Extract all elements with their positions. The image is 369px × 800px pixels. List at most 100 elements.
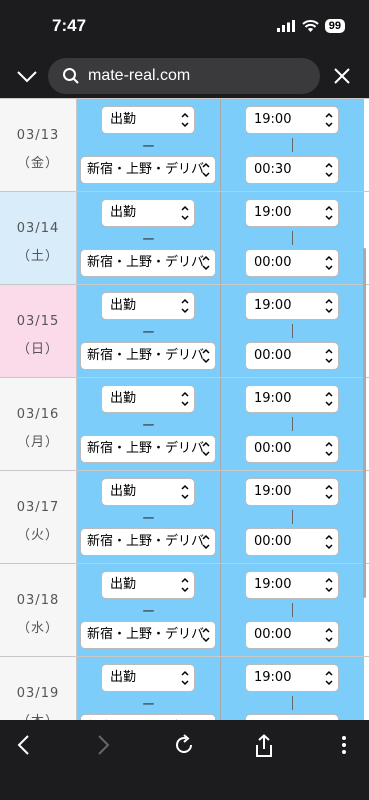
table-row: 03/19 （木）出勤ー新宿・上野・デリバ19:0000:00 [0, 657, 369, 720]
start-time-value: 19:00 [254, 391, 292, 406]
select-arrow-icon [325, 162, 333, 178]
start-time-value: 19:00 [254, 484, 292, 499]
shift-cell: 出勤ー新宿・上野・デリバ [77, 192, 221, 284]
shop-select[interactable]: 新宿・上野・デリバ [80, 342, 216, 370]
shop-select[interactable]: 新宿・上野・デリバ [80, 156, 216, 184]
separator-dash: ー [141, 140, 155, 155]
start-time-select[interactable]: 19:00 [245, 106, 339, 134]
shop-select[interactable]: 新宿・上野・デリバ [80, 621, 216, 649]
select-arrow-icon [325, 112, 333, 128]
share-icon[interactable] [253, 734, 275, 758]
attendance-select[interactable]: 出勤 [101, 571, 195, 599]
end-time-value: 00:00 [254, 255, 292, 270]
select-arrow-icon [202, 348, 210, 364]
separator-dash: ー [141, 698, 155, 713]
attendance-select[interactable]: 出勤 [101, 478, 195, 506]
start-time-select[interactable]: 19:00 [245, 199, 339, 227]
back-icon[interactable] [14, 734, 34, 756]
attendance-value: 出勤 [110, 112, 137, 127]
start-time-select[interactable]: 19:00 [245, 292, 339, 320]
time-separator [292, 138, 293, 152]
start-time-select[interactable]: 19:00 [245, 478, 339, 506]
time-cell: 19:00 00:00 [221, 192, 364, 284]
status-time: 7:47 [52, 16, 87, 35]
select-arrow-icon [202, 441, 210, 457]
time-separator [292, 417, 293, 431]
date-cell: 03/19 （木） [0, 657, 77, 720]
time-separator [292, 324, 293, 338]
chevron-down-icon[interactable] [16, 66, 38, 86]
weekday-label: （火） [16, 528, 59, 543]
shop-value: 新宿・上野・デリバ [87, 534, 205, 549]
start-time-select[interactable]: 19:00 [245, 385, 339, 413]
date-label: 03/13 [16, 128, 60, 143]
weekday-label: （水） [16, 621, 59, 636]
start-time-value: 19:00 [254, 112, 292, 127]
signal-icon [276, 20, 295, 32]
end-time-select[interactable]: 00:00 [245, 249, 339, 277]
attendance-value: 出勤 [110, 670, 137, 685]
date-label: 03/19 [16, 686, 60, 701]
time-cell: 19:00 00:30 [221, 99, 364, 191]
attendance-value: 出勤 [110, 298, 137, 313]
end-time-select[interactable]: 00:00 [245, 528, 339, 556]
attendance-value: 出勤 [110, 484, 137, 499]
time-separator [292, 696, 293, 710]
attendance-select[interactable]: 出勤 [101, 385, 195, 413]
date-label: 03/17 [16, 500, 60, 515]
attendance-select[interactable]: 出勤 [101, 292, 195, 320]
shop-select[interactable]: 新宿・上野・デリバ [80, 528, 216, 556]
wifi-icon [302, 20, 319, 32]
select-arrow-icon [325, 255, 333, 271]
start-time-value: 19:00 [254, 205, 292, 220]
more-icon[interactable] [340, 734, 348, 756]
shop-value: 新宿・上野・デリバ [87, 441, 205, 456]
url-text: mate-real.com [88, 67, 191, 84]
date-cell: 03/15 （日） [0, 285, 77, 377]
separator-dash: ー [141, 233, 155, 248]
reload-icon[interactable] [173, 734, 195, 756]
select-arrow-icon [181, 298, 189, 314]
close-icon[interactable] [332, 66, 352, 86]
end-time-select[interactable]: 00:00 [245, 342, 339, 370]
start-time-select[interactable]: 19:00 [245, 664, 339, 692]
scrollbar[interactable] [363, 248, 366, 598]
time-cell: 19:00 00:00 [221, 285, 364, 377]
select-arrow-icon [325, 670, 333, 686]
end-time-value: 00:00 [254, 441, 292, 456]
date-cell: 03/14 （土） [0, 192, 77, 284]
date-cell: 03/18 （水） [0, 564, 77, 656]
forward-icon[interactable] [93, 734, 113, 756]
select-arrow-icon [325, 627, 333, 643]
select-arrow-icon [202, 534, 210, 550]
start-time-select[interactable]: 19:00 [245, 571, 339, 599]
shop-select[interactable]: 新宿・上野・デリバ [80, 435, 216, 463]
status-bar: 7:47 99 [0, 0, 369, 54]
table-row: 03/13 （金） 出勤ー新宿・上野・デリバ 19:00 00:30 [0, 99, 369, 192]
time-separator [292, 603, 293, 617]
attendance-select[interactable]: 出勤 [101, 106, 195, 134]
browser-toolbar [0, 720, 369, 800]
date-label: 03/14 [16, 221, 60, 236]
weekday-label: （日） [16, 342, 59, 357]
address-field[interactable]: mate-real.com [48, 58, 320, 94]
attendance-select[interactable]: 出勤 [101, 664, 195, 692]
shop-value: 新宿・上野・デリバ [87, 255, 205, 270]
shift-cell: 出勤ー新宿・上野・デリバ [77, 564, 221, 656]
select-arrow-icon [325, 441, 333, 457]
select-arrow-icon [325, 391, 333, 407]
time-cell: 19:00 00:00 [221, 564, 364, 656]
end-time-value: 00:30 [254, 162, 292, 177]
weekday-label: （木） [0, 710, 76, 720]
time-cell: 19:00 00:00 [221, 471, 364, 563]
shop-select[interactable]: 新宿・上野・デリバ [80, 249, 216, 277]
table-row: 03/16 （月） 出勤ー新宿・上野・デリバ 19:00 00:00 [0, 378, 369, 471]
select-arrow-icon [181, 484, 189, 500]
select-arrow-icon [325, 348, 333, 364]
end-time-select[interactable]: 00:00 [245, 621, 339, 649]
table-row: 03/17 （火） 出勤ー新宿・上野・デリバ 19:00 00:00 [0, 471, 369, 564]
end-time-select[interactable]: 00:00 [245, 435, 339, 463]
end-time-select[interactable]: 00:30 [245, 156, 339, 184]
attendance-select[interactable]: 出勤 [101, 199, 195, 227]
shift-cell: 出勤ー新宿・上野・デリバ [77, 378, 221, 470]
